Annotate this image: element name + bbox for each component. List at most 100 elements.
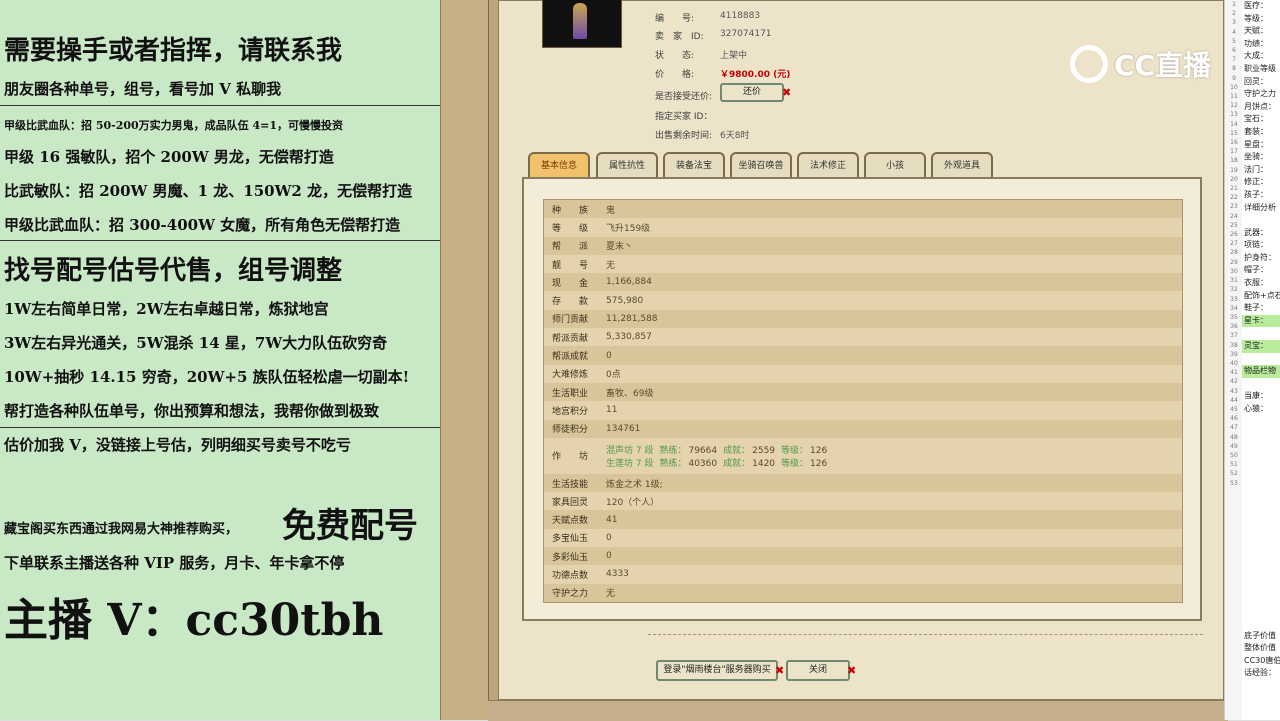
notes-cell: 修正：	[1244, 177, 1268, 187]
notes-cell: 心猿：	[1244, 404, 1268, 413]
tab-mounts-pets[interactable]: 坐骑召唤兽	[730, 152, 792, 178]
close-button[interactable]: 关闭	[786, 660, 850, 681]
character-avatar	[542, 0, 622, 48]
row-number: 44	[1230, 396, 1238, 404]
counter-offer-button[interactable]: 还价	[720, 83, 784, 102]
ad-line: 甲级比武血队：招 300-400W 女魔，所有角色无偿帮打造	[4, 216, 401, 234]
row-label: 作 坊	[552, 452, 589, 463]
row-label: 地宫积分	[552, 406, 589, 417]
id-label: 编 号:	[655, 14, 695, 24]
table-row: 帮派贡献 5,330,857	[544, 328, 1182, 347]
notes-cell: 整体价值	[1244, 643, 1276, 653]
tab-appearance[interactable]: 外观道具	[931, 152, 993, 178]
row-number: 33	[1230, 295, 1238, 303]
row-number: 27	[1230, 240, 1238, 248]
workshop-field: 成就：	[723, 458, 751, 469]
notes-cell	[1242, 466, 1280, 479]
notes-cell: CC30唐伯	[1244, 655, 1280, 665]
row-label: 守护之力	[552, 589, 589, 600]
table-row: 天赋点数 41	[544, 510, 1182, 528]
notes-cell	[1242, 542, 1280, 555]
row-number: 37	[1230, 332, 1238, 340]
ad-line: 需要操手或者指挥，请联系我	[4, 36, 343, 66]
row-number: 20	[1230, 175, 1238, 183]
ad-line: 3W左右异光通关，5W混杀 14 星，7W大力队伍砍穷奇	[4, 334, 388, 352]
row-number: 31	[1230, 277, 1238, 285]
table-row: 家具回灵 120（个人）	[544, 492, 1182, 511]
row-value: 炼金之术 1级;	[606, 479, 663, 490]
table-row: 多宝仙玉 0	[544, 528, 1182, 548]
row-number: 5	[1232, 37, 1236, 45]
row-label: 天赋点数	[552, 516, 589, 527]
workshop-field: 等级：	[781, 458, 809, 469]
notes-cell	[1242, 453, 1280, 466]
row-number: 50	[1230, 451, 1238, 459]
workshop-field: 126	[810, 458, 828, 469]
workshop-field: 生莲坊 7 段	[606, 458, 654, 469]
login-purchase-button[interactable]: 登录"烟雨楼台"服务器购买	[656, 660, 778, 681]
row-number: 38	[1230, 341, 1238, 349]
table-row: 作 坊混声坊 7 段熟练： 79664 成就： 2559 等级： 126 生莲坊 7 段熟练…	[544, 437, 1182, 474]
character-figure-icon	[573, 3, 587, 39]
row-value: 无	[606, 260, 616, 271]
notes-cell: 帽子：	[1244, 265, 1268, 275]
row-value: 11,281,588	[606, 313, 658, 324]
notes-cell: 职业等级	[1244, 63, 1276, 73]
status-label: 状 态:	[655, 51, 695, 61]
row-number: 42	[1230, 378, 1238, 386]
workshop-field: 126	[810, 445, 828, 456]
close-icon: ✖	[847, 664, 857, 677]
row-label: 帮 派	[552, 242, 589, 253]
table-row: 师徒积分 134761	[544, 420, 1182, 438]
close-icon: ✖	[782, 86, 792, 99]
notes-cell	[1242, 554, 1280, 567]
notes-cell	[1242, 605, 1280, 618]
row-value: 120（个人）	[606, 497, 660, 508]
notes-cell	[1242, 441, 1280, 454]
notes-cell	[1242, 529, 1280, 542]
row-number: 53	[1230, 479, 1238, 487]
row-number: 34	[1230, 304, 1238, 312]
designated-buyer-label: 指定买家 ID：	[655, 112, 713, 122]
notes-cell	[1242, 617, 1280, 630]
tab-attributes[interactable]: 属性抗性	[596, 152, 658, 178]
row-number: 13	[1230, 111, 1238, 119]
notes-column: 医疗： 等级： 天赋： 功绩： 大成： 职业等级 回灵： 守护之力 月饼点： 宝石： 套装： 星盘： 坐…	[1242, 0, 1280, 720]
row-number-column: 1 2 3 4 5 6 7 8 9 10 11 12 13 14 15 16 17 18 19 20 21 22 23 24 2…	[1224, 0, 1243, 720]
tab-equipment[interactable]: 装备法宝	[663, 152, 725, 178]
row-number: 51	[1230, 461, 1238, 469]
notes-cell: 套装：	[1244, 126, 1268, 136]
notes-cell: 物品栏物	[1242, 365, 1280, 378]
tab-basic-info[interactable]: 基本信息	[528, 152, 590, 178]
basic-info-table: 种 族鬼等 级飞升159级帮 派夏末丶靓 号无现 金 1,166,884 存 款 57…	[543, 199, 1183, 603]
cc-live-logo: CC直播	[1070, 40, 1211, 88]
row-number: 16	[1230, 139, 1238, 147]
ad-line: 估价加我 V，没链接上号估，列明细买号卖号不吃亏	[4, 436, 351, 454]
ad-line: 藏宝阁买东西通过我网易大神推荐购买，	[4, 522, 239, 537]
tab-spell-modifiers[interactable]: 法术修正	[797, 152, 859, 178]
workshop-field: 40360	[688, 458, 718, 469]
row-number: 24	[1230, 212, 1238, 220]
row-value: 41	[606, 514, 618, 525]
ad-line: 下单联系主播送各种 VIP 服务，月卡、年卡拿不停	[4, 554, 345, 572]
id-value: 4118883	[720, 11, 761, 21]
row-number: 23	[1230, 203, 1238, 211]
row-number: 25	[1230, 221, 1238, 229]
row-number: 19	[1230, 166, 1238, 174]
notes-cell	[1242, 214, 1280, 227]
row-label: 多宝仙玉	[552, 534, 589, 545]
row-label: 师门贡献	[552, 315, 589, 326]
tab-children[interactable]: 小孩	[864, 152, 926, 178]
workshop-field: 79664	[688, 445, 718, 456]
notes-cell: 天赋：	[1244, 26, 1268, 36]
notes-cell	[1242, 516, 1280, 529]
table-row: 多彩仙玉 0	[544, 547, 1182, 565]
divider	[648, 634, 1203, 635]
row-number: 28	[1230, 249, 1238, 257]
row-label: 多彩仙玉	[552, 552, 589, 563]
notes-cell: 详细分析	[1244, 202, 1276, 212]
row-number: 45	[1230, 405, 1238, 413]
row-value: 飞升159级	[606, 223, 651, 234]
row-label: 种 族	[552, 205, 589, 216]
row-number: 30	[1230, 267, 1238, 275]
